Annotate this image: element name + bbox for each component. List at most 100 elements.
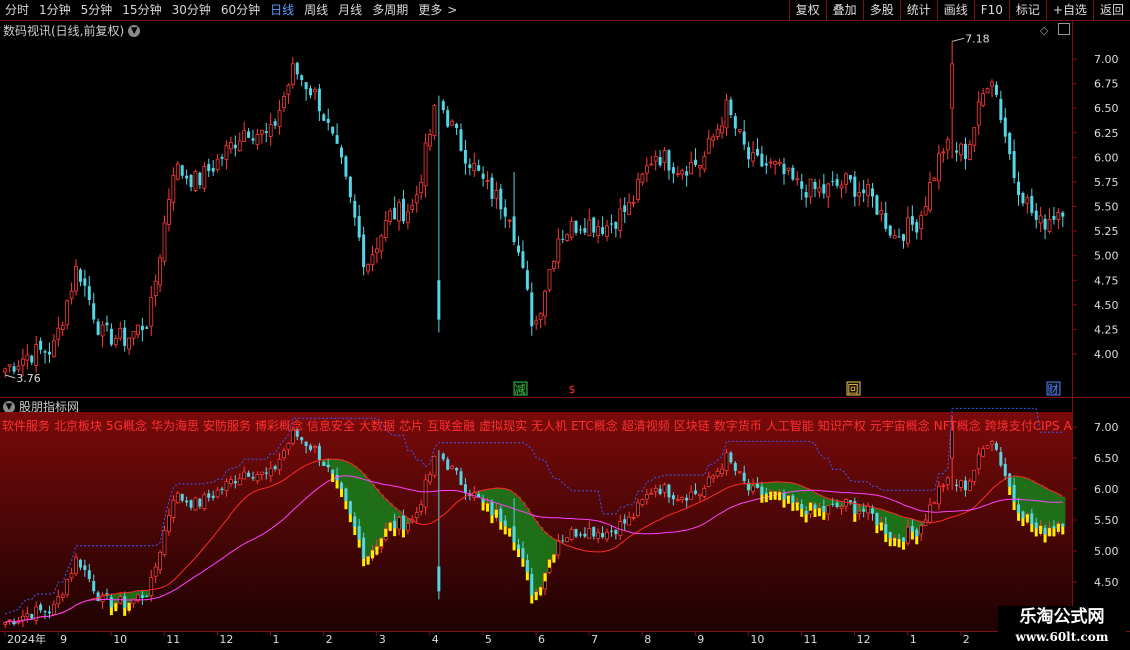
indicator-candle-body [145, 596, 149, 598]
indicator-candle-body [578, 534, 582, 536]
indicator-green-band [534, 520, 539, 593]
indicator-green-band [374, 488, 380, 547]
x-axis-label: 10 [113, 633, 127, 646]
lower-y-tick-label: 4.50 [1094, 576, 1119, 589]
indicator-green-band [365, 478, 371, 557]
indicator-candle-body [140, 595, 144, 598]
main-candle-body [437, 280, 441, 320]
indicator-candle-body [976, 453, 981, 470]
indicator-candle-body [928, 504, 932, 523]
main-candle-body [1012, 151, 1016, 178]
indicator-candle-body [353, 516, 357, 528]
indicator-candle-body [1008, 473, 1012, 487]
indicator-yellow-signal [1030, 524, 1034, 533]
indicator-yellow-signal [897, 539, 901, 548]
main-candle-body [405, 211, 410, 224]
indicator-yellow-signal [486, 503, 490, 512]
main-candle-body [653, 155, 658, 162]
main-candle-body [724, 99, 729, 129]
main-candle-body [463, 149, 467, 164]
main-candle-body [167, 199, 171, 225]
indicator-candle-body [455, 467, 459, 471]
main-candle-body [786, 167, 791, 171]
main-candle-body [609, 223, 613, 225]
main-candle-body [393, 207, 397, 220]
indicator-candle-body [92, 581, 96, 592]
indicator-candle-body [994, 443, 998, 450]
main-y-tick-label: 5.25 [1094, 225, 1119, 238]
main-candle-body [627, 201, 632, 215]
main-candle-body [601, 227, 605, 234]
indicator-candle-body [47, 611, 51, 614]
main-candle-body [459, 129, 463, 151]
indicator-yellow-signal [786, 495, 790, 504]
main-candle-body [136, 324, 140, 336]
indicator-candle-body [685, 497, 689, 501]
main-candle-body [605, 225, 609, 237]
main-candle-body [1030, 196, 1034, 213]
indicator-yellow-signal [1021, 518, 1025, 527]
indicator-yellow-signal [401, 529, 405, 538]
main-candle-body [534, 320, 539, 325]
event-marker[interactable]: 减 [515, 383, 526, 396]
indicator-candle-body [733, 462, 737, 471]
main-candle-body [494, 189, 499, 199]
indicator-candle-body [340, 482, 344, 490]
indicator-candle-body [871, 508, 875, 514]
indicator-yellow-signal [813, 508, 817, 517]
main-candle-body [335, 135, 339, 144]
indicator-candle-body [348, 501, 352, 515]
main-candle-body [875, 195, 879, 215]
indicator-candle-body [640, 499, 645, 506]
indicator-candle-body [950, 429, 955, 459]
main-candle-body [596, 226, 601, 237]
main-candle-body [432, 105, 437, 136]
stock-chart[interactable]: 7.00 6.75 6.50 6.25 6.00 5.75 5.50 5.25 5.00 4.75… [0, 0, 1130, 650]
indicator-yellow-signal [1052, 528, 1056, 537]
indicator-yellow-signal [1048, 528, 1052, 537]
event-marker[interactable]: 财 [1048, 382, 1059, 396]
indicator-candle-body [499, 508, 503, 522]
main-candle-body [853, 176, 857, 197]
main-y-tick-label: 5.75 [1094, 176, 1119, 189]
indicator-candle-body [171, 499, 176, 518]
main-candle-body [140, 325, 144, 331]
indicator-yellow-signal [1043, 534, 1047, 543]
indicator-candle-body [826, 505, 831, 515]
indicator-yellow-signal [393, 528, 397, 537]
event-marker[interactable]: 回 [848, 383, 859, 396]
indicator-candle-body [180, 494, 184, 501]
indicator-candle-body [936, 486, 941, 505]
indicator-candle-body [490, 501, 494, 516]
indicator-candle-body [228, 479, 233, 485]
main-candle-body [193, 171, 198, 191]
indicator-candle-body [162, 529, 167, 555]
x-axis-label: 11 [804, 633, 818, 646]
indicator-green-band [1056, 493, 1061, 524]
concept-tag-3: 华为海思 [150, 419, 199, 433]
indicator-green-band [1025, 478, 1030, 515]
main-candle-body [685, 171, 689, 176]
main-candle-body [791, 167, 795, 180]
indicator-yellow-signal [552, 554, 556, 563]
indicator-candle-body [313, 445, 317, 449]
indicator-green-band [1038, 485, 1044, 526]
indicator-candle-body [30, 614, 34, 619]
x-axis-label: 11 [166, 633, 180, 646]
indicator-yellow-signal [1017, 512, 1021, 521]
indicator-candle-body [565, 537, 570, 542]
indicator-candle-body [74, 557, 78, 574]
indicator-candle-body [432, 456, 437, 476]
indicator-yellow-signal [901, 541, 905, 550]
indicator-candle-body [331, 469, 335, 474]
indicator-candle-body [503, 520, 507, 527]
indicator-candle-body [405, 523, 410, 531]
event-marker[interactable]: $ [569, 383, 576, 396]
indicator-candle-body [813, 504, 817, 509]
main-candle-body [631, 201, 636, 204]
indicator-candle-body [742, 472, 746, 481]
indicator-candle-body [21, 615, 25, 621]
main-candle-body [300, 75, 304, 81]
main-candle-body [247, 131, 251, 138]
indicator-candle-body [242, 471, 247, 480]
